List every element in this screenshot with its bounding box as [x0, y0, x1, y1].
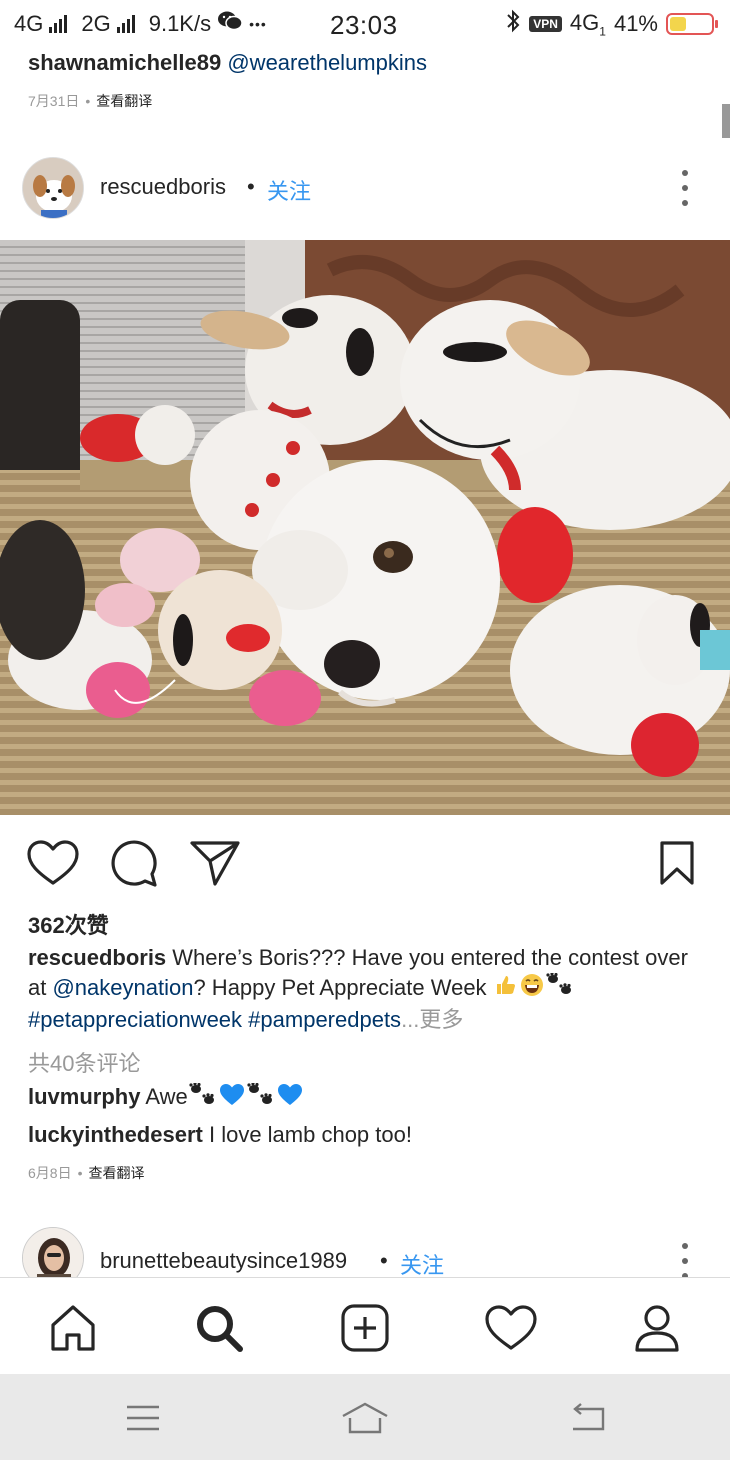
paw-prints-emoji-icon — [247, 1082, 275, 1113]
signal-icon — [49, 15, 68, 33]
post-actions — [0, 836, 730, 892]
thumbs-up-emoji-icon — [494, 973, 518, 1005]
menu-icon[interactable] — [117, 1400, 169, 1436]
like-icon[interactable] — [26, 836, 80, 890]
blue-heart-emoji-icon — [277, 1083, 303, 1113]
bottom-tab-bar — [0, 1277, 730, 1374]
post-translate-link[interactable]: 查看翻译 — [88, 1163, 144, 1183]
previous-post-meta: 7月31日 • 查看翻译 — [28, 91, 153, 111]
home-icon[interactable] — [45, 1300, 101, 1356]
previous-post-username[interactable]: shawnamichelle89 — [28, 50, 221, 75]
avatar[interactable] — [22, 1227, 84, 1277]
signal-icon — [116, 15, 135, 33]
home-button-icon[interactable] — [339, 1400, 391, 1436]
clock: 23:03 — [330, 10, 398, 40]
post-meta: 6月8日 • 查看翻译 — [28, 1163, 145, 1183]
post-header: rescuedboris • 关注 — [0, 152, 730, 224]
caption-text-2: ? Happy Pet Appreciate Week — [193, 975, 493, 1000]
more-options-icon[interactable] — [680, 1243, 690, 1277]
caption-ellipsis: ... — [401, 1007, 420, 1033]
post-caption: rescuedboris Where’s Boris??? Have you e… — [28, 943, 708, 1035]
comment-row: luckyinthedesert I love lamb chop too! — [28, 1122, 412, 1148]
comment-text: Awe — [145, 1083, 188, 1109]
battery-icon — [666, 13, 718, 35]
profile-icon[interactable] — [629, 1300, 685, 1356]
search-icon[interactable] — [191, 1300, 247, 1356]
grinning-emoji-icon — [520, 973, 544, 1005]
caption-hashtag-2[interactable]: #pamperedpets — [248, 1007, 401, 1032]
follow-button[interactable]: 关注 — [400, 1248, 444, 1277]
activity-icon[interactable] — [483, 1300, 539, 1356]
caption-more-link[interactable]: 更多 — [419, 1007, 463, 1032]
post-photo[interactable] — [0, 240, 730, 815]
caption-mention[interactable]: @nakeynation — [52, 975, 193, 1000]
comment-text: I love lamb chop too! — [208, 1122, 412, 1147]
previous-post-translate-link[interactable]: 查看翻译 — [96, 91, 152, 111]
caption-hashtag-1[interactable]: #petappreciationweek — [28, 1007, 242, 1032]
network-speed: 9.1K/s — [148, 11, 212, 36]
previous-post-caption: shawnamichelle89 @wearethelumpkins — [28, 50, 427, 76]
post-username[interactable]: rescuedboris — [100, 174, 226, 200]
follow-button[interactable]: 关注 — [267, 174, 311, 206]
network-4g-secondary: 4G1 — [569, 9, 606, 39]
bluetooth-icon — [505, 9, 521, 39]
comment-icon[interactable] — [107, 836, 161, 890]
next-post-header: brunettebeautysince1989 • 关注 — [0, 1225, 730, 1277]
previous-post-mention[interactable]: @wearethelumpkins — [227, 50, 427, 75]
system-navigation-bar — [0, 1374, 730, 1460]
avatar[interactable] — [22, 157, 84, 219]
battery-percent: 41% — [613, 11, 658, 36]
share-icon[interactable] — [188, 836, 242, 890]
comment-username[interactable]: luckyinthedesert — [28, 1122, 203, 1147]
previous-post-date: 7月31日 — [28, 93, 80, 109]
comment-username[interactable]: luvmurphy — [28, 1084, 140, 1109]
save-icon[interactable] — [650, 836, 704, 890]
wechat-icon — [217, 10, 243, 38]
paw-prints-emoji-icon — [546, 972, 574, 1005]
like-count[interactable]: 362次赞 — [28, 908, 109, 940]
network-2g: 2G — [81, 11, 111, 36]
scrollbar[interactable] — [722, 104, 730, 138]
new-post-icon[interactable] — [337, 1300, 393, 1356]
caption-username[interactable]: rescuedboris — [28, 945, 166, 970]
more-options-icon[interactable] — [680, 170, 690, 206]
vpn-badge: VPN — [529, 16, 562, 32]
status-bar: 4G 2G 9.1K/s ••• 23:03 VPN 4G1 41% — [0, 0, 730, 48]
post-date: 6月8日 — [28, 1165, 72, 1181]
view-all-comments-link[interactable]: 共40条评论 — [28, 1046, 140, 1078]
back-icon[interactable] — [561, 1400, 613, 1436]
more-notifications: ••• — [249, 16, 267, 32]
next-post-username[interactable]: brunettebeautysince1989 — [100, 1248, 347, 1274]
blue-heart-emoji-icon — [219, 1083, 245, 1113]
comment-row: luvmurphy Awe — [28, 1082, 304, 1113]
network-4g: 4G — [14, 11, 44, 36]
paw-prints-emoji-icon — [189, 1082, 217, 1113]
